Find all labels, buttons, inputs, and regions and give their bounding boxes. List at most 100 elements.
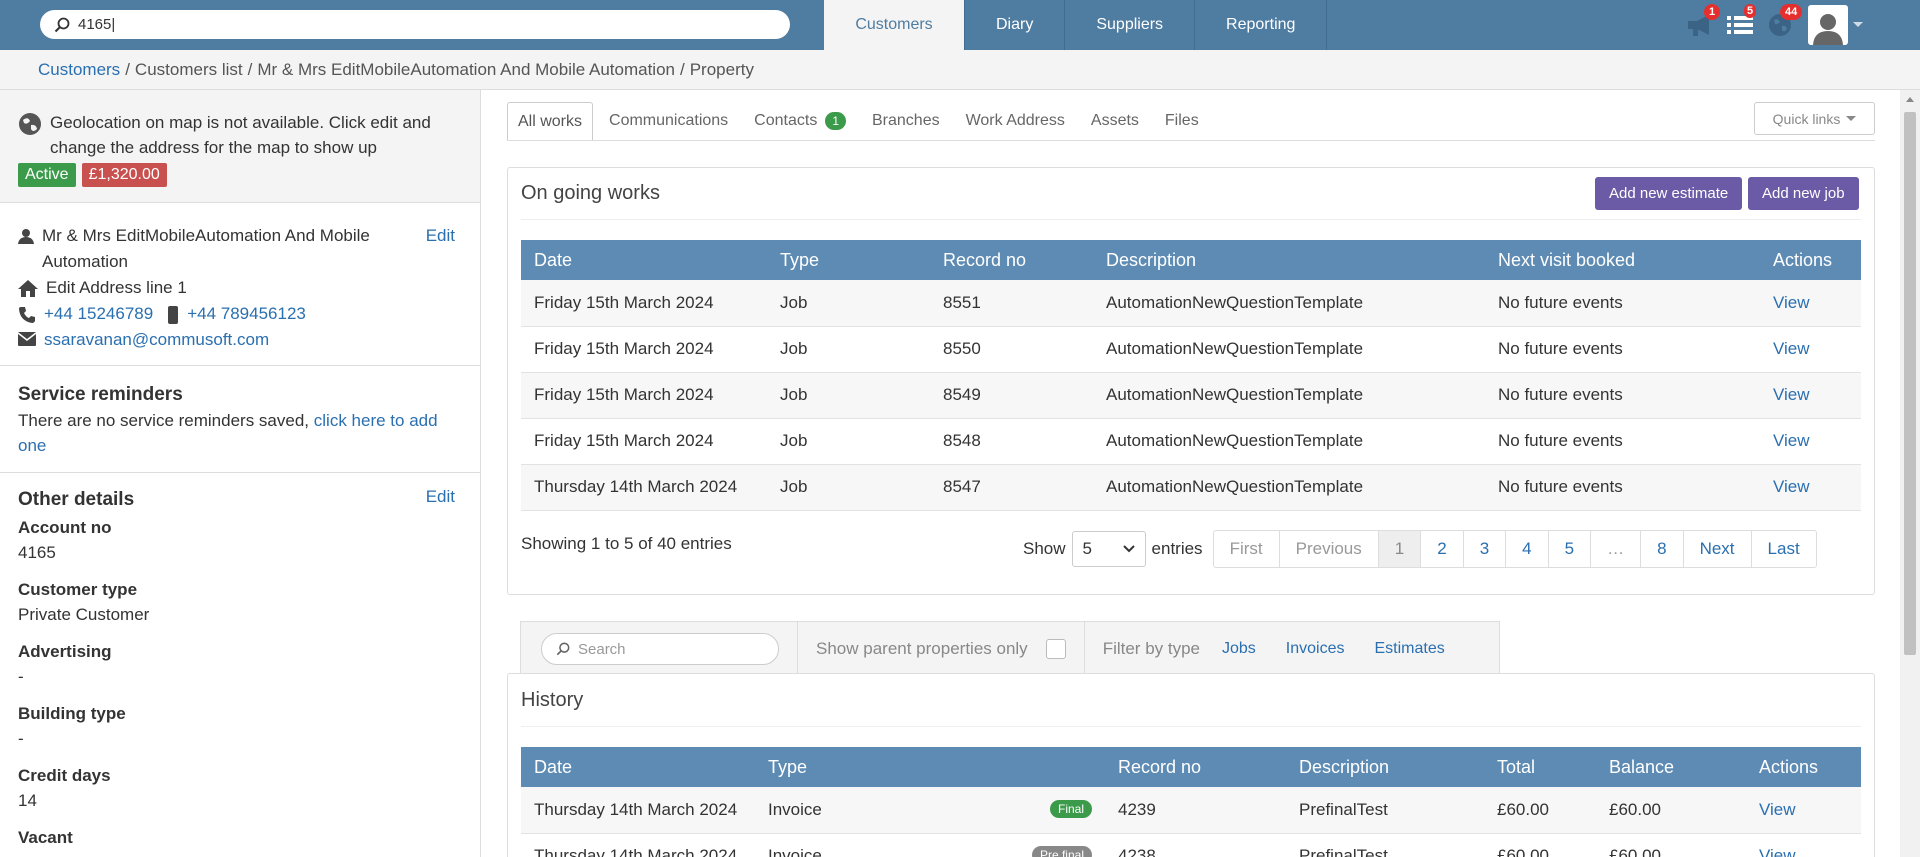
quick-links-label: Quick links: [1772, 110, 1841, 127]
page-1[interactable]: 1: [1378, 531, 1422, 567]
cell-type: Job: [767, 372, 930, 419]
view-link[interactable]: View: [1773, 293, 1810, 312]
table-row: Thursday 14th March 2024 Invoice Pre fina…: [521, 833, 1861, 857]
view-link[interactable]: View: [1759, 846, 1796, 857]
cell-date: Friday 15th March 2024: [521, 280, 767, 327]
show-label: Show: [1023, 539, 1066, 558]
entries-per-page-value: 5: [1082, 539, 1092, 558]
page-3[interactable]: 3: [1464, 531, 1507, 567]
email-link[interactable]: ssaravanan@commusoft.com: [44, 327, 269, 353]
view-link[interactable]: View: [1773, 431, 1810, 450]
detail-label-building-type: Building type: [18, 704, 126, 723]
main-content: All works Communications Contacts 1 Branc…: [482, 90, 1900, 857]
col-next-visit: Next visit booked: [1485, 240, 1760, 280]
phone-icon: [19, 307, 35, 323]
final-badge: Final: [1049, 799, 1092, 818]
envelope-icon: [18, 332, 36, 346]
add-new-estimate-button[interactable]: Add new estimate: [1595, 177, 1743, 210]
col-balance: Balance: [1596, 747, 1746, 787]
user-icon: [1813, 14, 1843, 45]
nav-tab-customers[interactable]: Customers: [824, 0, 965, 50]
world-button[interactable]: 44: [1760, 0, 1803, 50]
nav-tab-diary[interactable]: Diary: [965, 0, 1066, 50]
filter-by-type-label: Filter by type: [1102, 639, 1200, 658]
tab-all-works[interactable]: All works: [507, 102, 594, 140]
page-previous[interactable]: Previous: [1280, 531, 1379, 567]
cell-date: Thursday 14th March 2024: [521, 787, 755, 834]
page-8[interactable]: 8: [1641, 531, 1684, 567]
ongoing-works-title: On going works: [521, 182, 660, 204]
cell-record-no: 4238: [1105, 833, 1286, 857]
chevron-down-icon[interactable]: [1852, 21, 1864, 29]
home-icon: [18, 280, 38, 297]
cell-description: AutomationNewQuestionTemplate: [1093, 326, 1485, 373]
nav-tab-reporting[interactable]: Reporting: [1195, 0, 1328, 50]
view-link[interactable]: View: [1773, 385, 1810, 404]
detail-value-building-type: -: [18, 729, 24, 748]
service-reminders-title: Service reminders: [18, 384, 183, 405]
col-actions: Actions: [1746, 747, 1861, 787]
add-new-job-button[interactable]: Add new job: [1748, 177, 1859, 210]
cell-description: PrefinalTest: [1286, 787, 1484, 834]
tasks-badge: 5: [1744, 4, 1757, 18]
nav-tab-suppliers[interactable]: Suppliers: [1065, 0, 1196, 50]
table-row: Friday 15th March 2024 Job 8549 Automati…: [521, 372, 1861, 419]
view-link[interactable]: View: [1759, 800, 1796, 819]
filter-jobs-link[interactable]: Jobs: [1222, 640, 1256, 658]
view-link[interactable]: View: [1773, 339, 1810, 358]
entries-per-page-select[interactable]: 5: [1071, 531, 1146, 567]
col-description: Description: [1093, 240, 1485, 280]
col-record-no: Record no: [930, 240, 1093, 280]
page-next[interactable]: Next: [1684, 531, 1752, 567]
page-5[interactable]: 5: [1549, 531, 1592, 567]
customer-sidebar: Geolocation on map is not available. Cli…: [0, 90, 481, 857]
tab-files[interactable]: Files: [1149, 102, 1209, 140]
tasks-button[interactable]: 5: [1720, 0, 1760, 50]
cell-description: AutomationNewQuestionTemplate: [1093, 372, 1485, 419]
scroll-up-arrow-icon[interactable]: [1900, 92, 1920, 108]
edit-contact-link[interactable]: Edit: [426, 223, 455, 249]
filter-invoices-link[interactable]: Invoices: [1286, 640, 1345, 658]
user-avatar[interactable]: [1808, 5, 1848, 45]
pre-final-badge: Pre final: [1031, 846, 1092, 857]
page-first[interactable]: First: [1214, 531, 1280, 567]
scrollbar-thumb[interactable]: [1904, 112, 1916, 655]
page-scrollbar[interactable]: [1900, 90, 1920, 857]
user-icon: [18, 229, 34, 244]
page-2[interactable]: 2: [1421, 531, 1464, 567]
cell-record-no: 8551: [930, 280, 1093, 327]
detail-label-vacant: Vacant: [18, 828, 73, 847]
page-4[interactable]: 4: [1506, 531, 1549, 567]
service-reminders: Service reminders There are no service r…: [0, 366, 480, 473]
cell-record-no: 8548: [930, 418, 1093, 465]
tab-work-address[interactable]: Work Address: [950, 102, 1075, 140]
tab-branches[interactable]: Branches: [856, 102, 950, 140]
detail-label-credit-days: Credit days: [18, 766, 111, 785]
detail-label-account-no: Account no: [18, 518, 112, 537]
quick-links-dropdown[interactable]: Quick links: [1754, 102, 1875, 135]
tab-assets[interactable]: Assets: [1075, 102, 1149, 140]
tab-contacts[interactable]: Contacts 1: [738, 102, 856, 140]
global-search-input[interactable]: 4165 |: [40, 10, 790, 39]
filter-estimates-link[interactable]: Estimates: [1375, 640, 1445, 658]
col-type: Type: [755, 747, 1105, 787]
cell-type: Invoice: [768, 799, 822, 819]
col-description: Description: [1286, 747, 1484, 787]
page-last[interactable]: Last: [1752, 531, 1816, 567]
tab-communications[interactable]: Communications: [593, 102, 738, 140]
status-badge: Active: [18, 163, 76, 187]
property-tabs: All works Communications Contacts 1 Branc…: [507, 102, 1209, 140]
phone-link[interactable]: +44 15246789: [44, 301, 153, 327]
parent-only-checkbox[interactable]: [1045, 639, 1066, 659]
announcements-button[interactable]: 1: [1680, 0, 1721, 50]
geolocation-message: Geolocation on map is not available. Cli…: [50, 113, 431, 157]
breadcrumb-customers[interactable]: Customers: [38, 60, 120, 80]
search-icon: [54, 17, 70, 32]
tab-contacts-label: Contacts: [754, 112, 818, 129]
contact-details: Edit Mr & Mrs EditMobileAutomation And M…: [0, 203, 480, 366]
view-link[interactable]: View: [1773, 477, 1810, 496]
mobile-link[interactable]: +44 789456123: [187, 301, 306, 327]
edit-other-details-link[interactable]: Edit: [426, 487, 455, 507]
history-search-input[interactable]: Search: [541, 633, 779, 665]
table-row: Friday 15th March 2024 Job 8548 Automati…: [521, 418, 1861, 465]
